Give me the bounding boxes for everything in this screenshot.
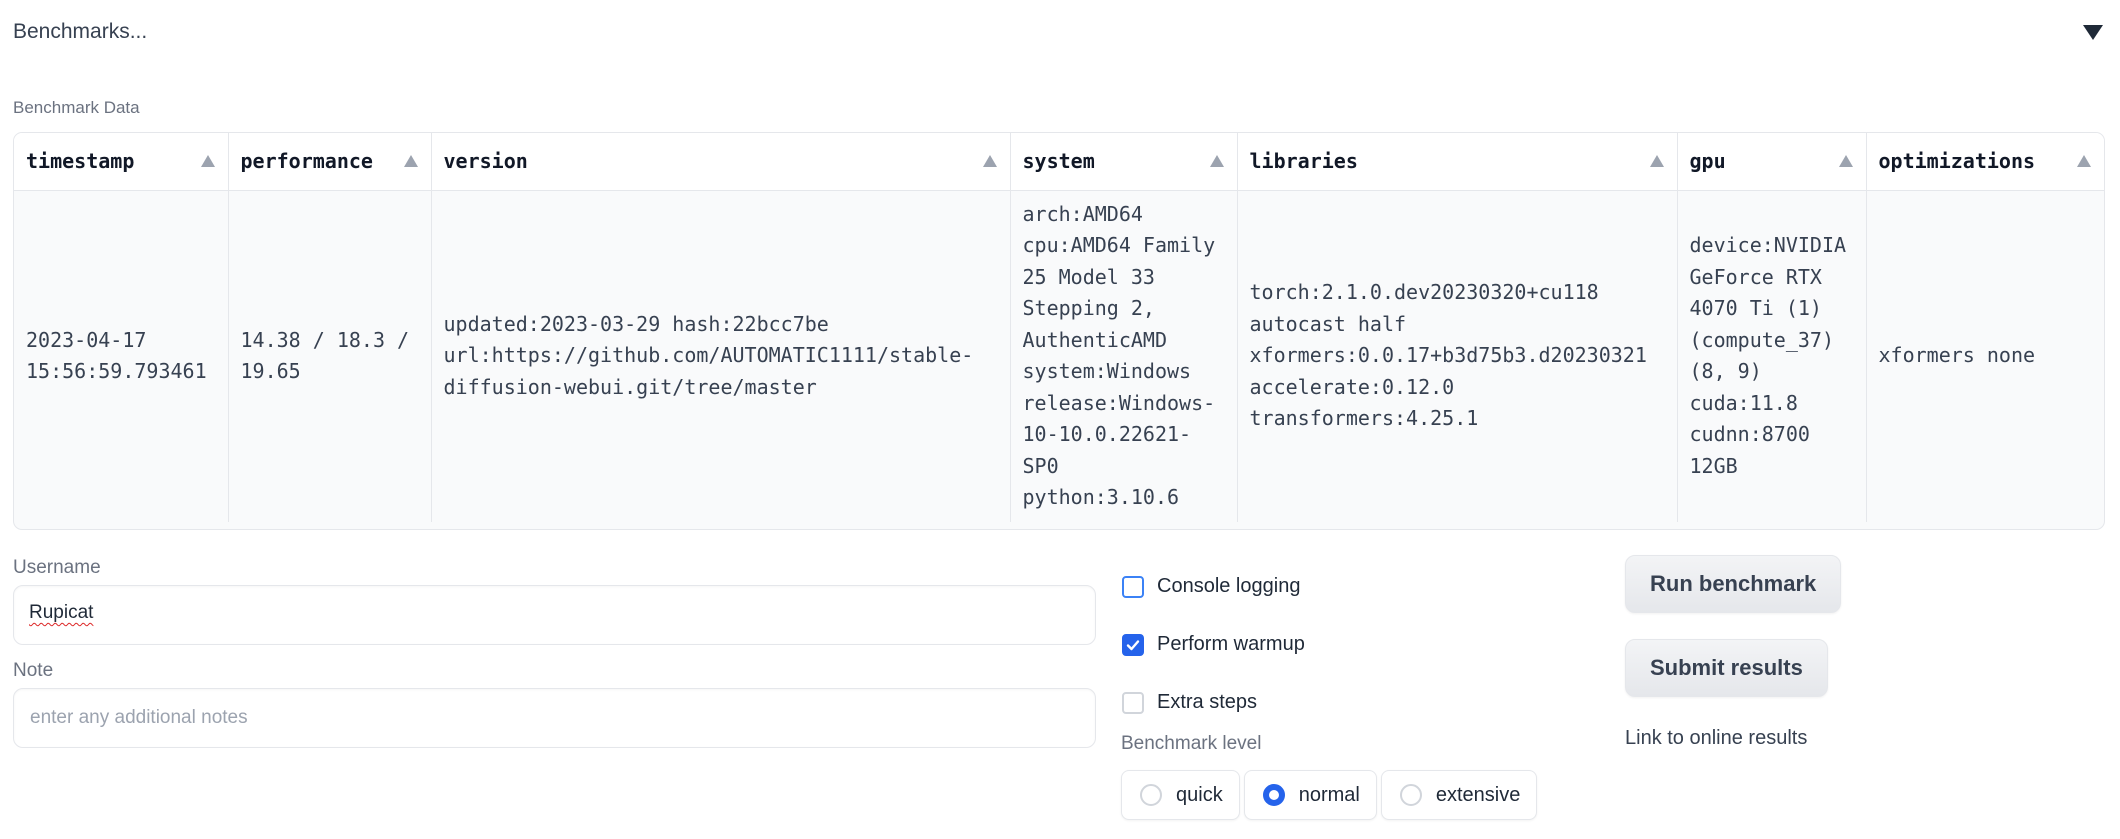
run-benchmark-button[interactable]: Run benchmark — [1625, 555, 1842, 613]
username-field[interactable] — [13, 585, 1096, 645]
submit-results-button[interactable]: Submit results — [1625, 639, 1828, 697]
column-header-label: libraries — [1249, 149, 1358, 174]
perform-warmup-checkbox[interactable]: Perform warmup — [1122, 633, 1305, 656]
column-header-label: system — [1022, 149, 1095, 174]
sort-arrow-icon[interactable] — [403, 155, 418, 168]
sort-arrow-icon[interactable] — [1209, 155, 1224, 168]
radio-option-label: quick — [1176, 783, 1223, 806]
sort-arrow-icon[interactable] — [2076, 155, 2091, 168]
radio-option-extensive[interactable]: extensive — [1380, 770, 1538, 820]
console-logging-checkbox[interactable]: Console logging — [1122, 575, 1300, 598]
accordion-title: Benchmarks... — [13, 20, 148, 43]
column-header-system[interactable]: system — [1010, 133, 1238, 191]
note-field[interactable] — [13, 688, 1096, 748]
cell-libraries[interactable]: torch:2.1.0.dev20230320+cu118 autocast h… — [1237, 190, 1678, 522]
sort-arrow-icon[interactable] — [982, 155, 997, 168]
extra-steps-checkbox[interactable]: Extra steps — [1122, 691, 1257, 714]
benchmark-data-table: timestamp performance version system lib… — [13, 132, 2105, 530]
radio-option-label: normal — [1298, 783, 1360, 806]
benchmark-panel: Benchmarks... Benchmark Data timestamp p… — [0, 0, 2120, 839]
column-header-label: timestamp — [26, 149, 135, 174]
checkbox-box[interactable] — [1122, 691, 1144, 714]
sort-arrow-icon[interactable] — [1649, 155, 1664, 168]
column-header-label: version — [443, 149, 528, 174]
column-header-optimizations[interactable]: optimizations — [1866, 133, 2104, 191]
column-header-performance[interactable]: performance — [228, 133, 432, 191]
perform-warmup-label: Perform warmup — [1157, 633, 1305, 655]
radio-option-quick[interactable]: quick — [1121, 770, 1240, 820]
checkbox-box[interactable] — [1122, 575, 1144, 598]
column-header-gpu[interactable]: gpu — [1677, 133, 1867, 191]
username-label: Username — [13, 557, 101, 578]
console-logging-label: Console logging — [1157, 575, 1301, 597]
checkmark-icon — [1126, 639, 1140, 650]
column-header-label: optimizations — [1878, 149, 2036, 174]
cell-gpu[interactable]: device:NVIDIA GeForce RTX 4070 Ti (1) (c… — [1677, 190, 1867, 522]
table-header-row: timestamp performance version system lib… — [14, 133, 2104, 191]
cell-timestamp[interactable]: 2023-04-17 15:56:59.793461 — [14, 190, 229, 522]
sort-arrow-icon[interactable] — [200, 155, 215, 168]
note-label: Note — [13, 660, 54, 681]
benchmark-level-label: Benchmark level — [1121, 733, 1262, 754]
cell-optimizations[interactable]: xformers none — [1866, 190, 2104, 522]
column-header-timestamp[interactable]: timestamp — [14, 133, 229, 191]
benchmark-data-label: Benchmark Data — [13, 98, 140, 117]
cell-performance[interactable]: 14.38 / 18.3 / 19.65 — [228, 190, 432, 522]
radio-circle[interactable] — [1262, 784, 1285, 806]
sort-arrow-icon[interactable] — [1838, 155, 1853, 168]
cell-version[interactable]: updated:2023-03-29 hash:22bcc7be url:htt… — [431, 190, 1011, 522]
benchmarks-accordion-header[interactable]: Benchmarks... — [13, 14, 2103, 50]
column-header-label: performance — [240, 149, 373, 174]
extra-steps-label: Extra steps — [1157, 691, 1258, 713]
table-row: 2023-04-17 15:56:59.793461 14.38 / 18.3 … — [14, 190, 2104, 522]
column-header-label: gpu — [1689, 149, 1726, 174]
radio-circle[interactable] — [1140, 784, 1162, 806]
radio-option-label: extensive — [1435, 783, 1521, 806]
column-header-libraries[interactable]: libraries — [1237, 133, 1678, 191]
cell-system[interactable]: arch:AMD64 cpu:AMD64 Family 25 Model 33 … — [1010, 190, 1238, 522]
benchmark-level-radio-group: quick normal extensive — [1121, 770, 1538, 820]
online-results-link[interactable]: Link to online results — [1625, 727, 1807, 750]
radio-option-normal[interactable]: normal — [1243, 770, 1377, 820]
column-header-version[interactable]: version — [431, 133, 1011, 191]
checkbox-box[interactable] — [1122, 633, 1144, 656]
radio-circle[interactable] — [1399, 784, 1422, 806]
collapse-triangle-icon[interactable] — [2083, 24, 2103, 40]
